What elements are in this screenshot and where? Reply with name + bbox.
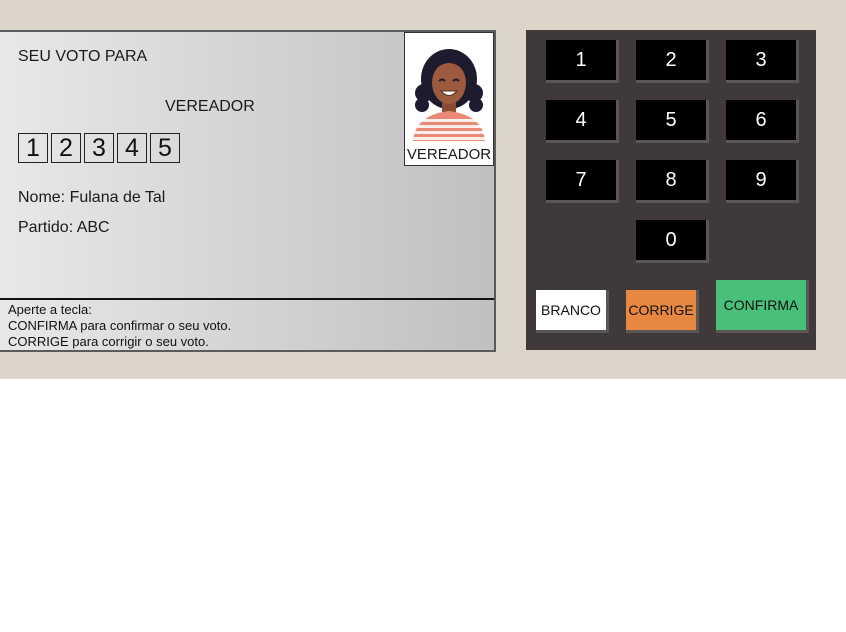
key-1[interactable]: 1: [546, 40, 619, 83]
key-9[interactable]: 9: [726, 160, 799, 203]
number-digit: 2: [51, 133, 81, 163]
key-3[interactable]: 3: [726, 40, 799, 83]
instructions-panel: Aperte a tecla: CONFIRMA para confirmar …: [0, 298, 494, 350]
key-8[interactable]: 8: [636, 160, 709, 203]
key-7[interactable]: 7: [546, 160, 619, 203]
instruction-line: CONFIRMA para confirmar o seu voto.: [8, 318, 232, 333]
number-digit: 3: [84, 133, 114, 163]
vote-header: SEU VOTO PARA: [18, 48, 148, 65]
voting-machine: SEU VOTO PARA VEREADOR 1 2 3 4 5 Nome: F…: [0, 0, 846, 379]
photo-label: VEREADOR: [406, 146, 492, 163]
candidate-number: 1 2 3 4 5: [18, 133, 183, 163]
keypad: 1 2 3 4 5 6 7 8 9 0 BRANCO CORRIGE CONFI…: [526, 30, 816, 350]
candidate-name: Nome: Fulana de Tal: [18, 189, 166, 206]
office-title: VEREADOR: [165, 98, 255, 115]
screen-main-area: SEU VOTO PARA VEREADOR 1 2 3 4 5 Nome: F…: [0, 32, 494, 298]
number-digit: 1: [18, 133, 48, 163]
candidate-party: Partido: ABC: [18, 219, 110, 236]
instruction-line: CORRIGE para corrigir o seu voto.: [8, 334, 209, 349]
number-digit: 5: [150, 133, 180, 163]
key-4[interactable]: 4: [546, 100, 619, 143]
corrige-button[interactable]: CORRIGE: [626, 290, 699, 333]
candidate-avatar-icon: [413, 49, 485, 141]
key-5[interactable]: 5: [636, 100, 709, 143]
key-6[interactable]: 6: [726, 100, 799, 143]
key-0[interactable]: 0: [636, 220, 709, 263]
confirma-button[interactable]: CONFIRMA: [716, 280, 809, 333]
candidate-photo: VEREADOR: [404, 32, 494, 166]
number-digit: 4: [117, 133, 147, 163]
key-2[interactable]: 2: [636, 40, 709, 83]
branco-button[interactable]: BRANCO: [536, 290, 609, 333]
instruction-line: Aperte a tecla:: [8, 302, 92, 317]
voting-screen: SEU VOTO PARA VEREADOR 1 2 3 4 5 Nome: F…: [0, 30, 496, 352]
